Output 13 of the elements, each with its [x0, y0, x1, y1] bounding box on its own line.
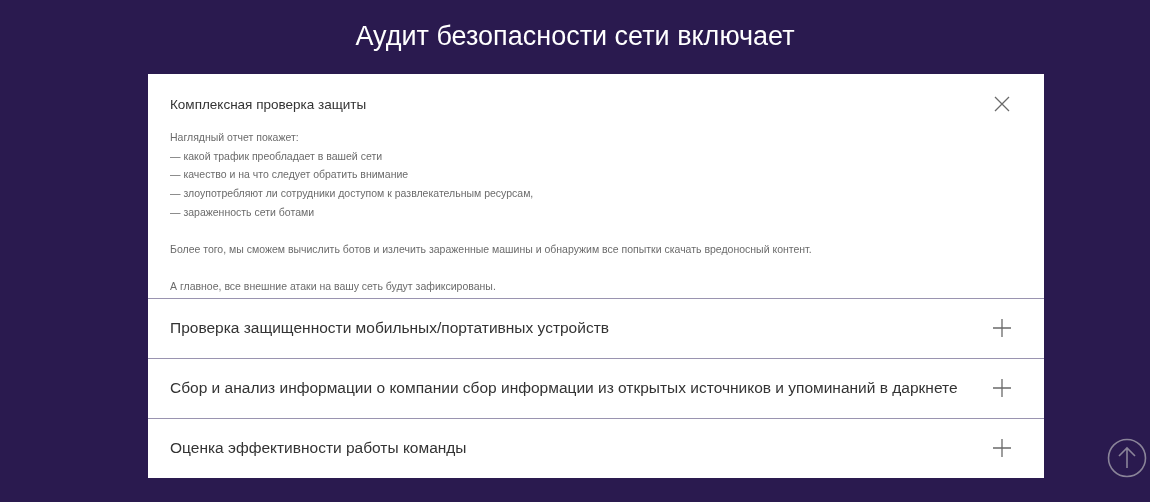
plus-icon[interactable] [992, 438, 1012, 459]
close-icon[interactable] [992, 94, 1012, 114]
body-paragraph: Более того, мы сможем вычислить ботов и излечить зараженные машины и обнаружим все попытки скачать вредоносный контент. [170, 242, 813, 257]
body-paragraph: А главное, все внешние атаки на вашу сеть будут зафиксированы. [170, 279, 497, 295]
body-paragraph: Наглядный отчет покажет: — какой трафик преобладает в вашей сети — качество и на что следует обратить внимание — злоупотребляют ли сотрудники доступом к развлекательным ресурсам, — зараженность сети ботами [170, 130, 535, 220]
section-heading: Аудит безопасности сети включает [354, 20, 796, 53]
accordion-title[interactable]: Проверка защищенности мобильных/портативных устройств [170, 319, 609, 338]
plus-icon[interactable] [992, 378, 1012, 399]
accordion-title[interactable]: Комплексная проверка защиты [170, 96, 367, 112]
accordion-title[interactable]: Оценка эффективности работы команды [170, 439, 467, 458]
accordion-title[interactable]: Сбор и анализ информации о компании сбор информации из открытых источников и упоминаний в даркнете [170, 379, 958, 398]
plus-icon[interactable] [992, 318, 1012, 339]
scroll-to-top-icon[interactable] [1107, 438, 1147, 478]
